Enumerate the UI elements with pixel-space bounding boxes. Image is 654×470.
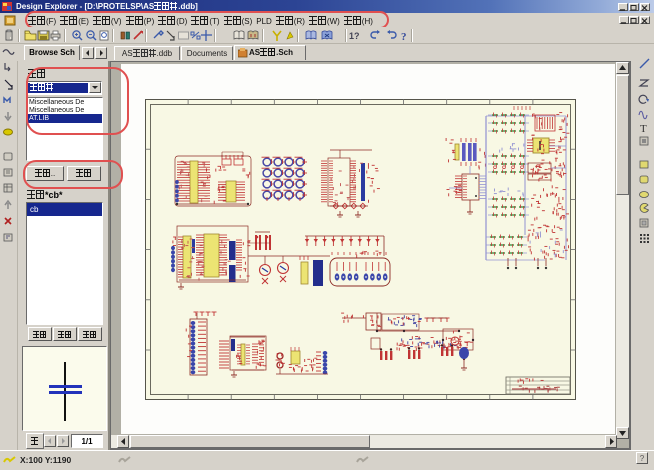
svg-text:?: ? [401, 31, 407, 42]
svg-text:1?: 1? [349, 31, 360, 41]
svg-text:T: T [640, 123, 647, 134]
